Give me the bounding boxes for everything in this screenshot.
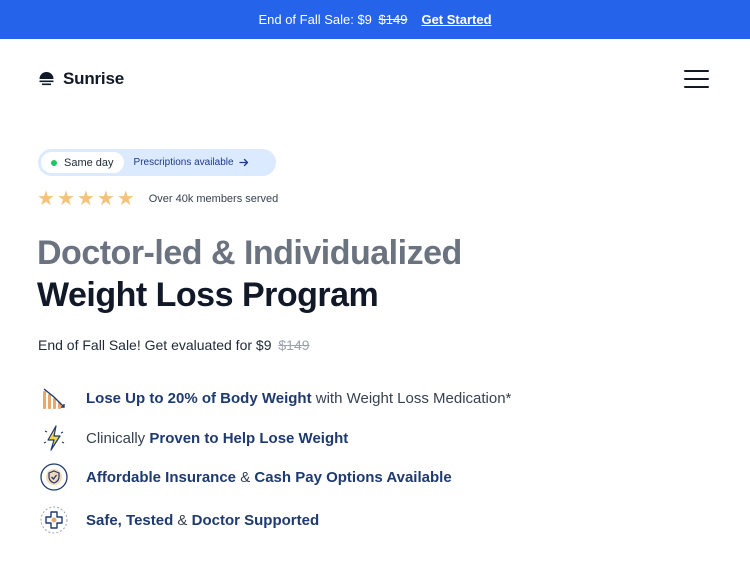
- promo-old-price: $149: [378, 12, 408, 27]
- promo-banner: End of Fall Sale: $9 $149 Get Started: [0, 0, 750, 39]
- sale-description: End of Fall Sale! Get evaluated for $9: [38, 337, 272, 353]
- hamburger-menu-icon[interactable]: [684, 70, 709, 88]
- title-line-2: Weight Loss Program: [37, 276, 379, 314]
- brand-logo[interactable]: Sunrise: [38, 69, 124, 89]
- feature-item-weight-loss: Lose Up to 20% of Body Weight with Weigh…: [38, 382, 638, 414]
- feature-text: Safe, Tested & Doctor Supported: [86, 512, 319, 529]
- get-started-link[interactable]: Get Started: [421, 12, 491, 27]
- star-icon: ★: [96, 188, 115, 210]
- title-line-1: Doctor-led & Individualized: [37, 234, 462, 272]
- star-icon: ★: [76, 188, 95, 210]
- lightning-bolt-icon: [38, 422, 70, 454]
- star-icon: ★: [56, 188, 75, 210]
- sale-old-price: $149: [278, 337, 310, 353]
- medical-cross-icon: [38, 504, 70, 536]
- same-day-label: Same day: [64, 156, 114, 169]
- arrow-right-icon: [238, 158, 248, 167]
- prescriptions-label: Prescriptions available: [133, 157, 234, 168]
- feature-highlight: Cash Pay Options Available: [254, 468, 452, 486]
- feature-plain-text: &: [236, 468, 255, 486]
- feature-item-safe: Safe, Tested & Doctor Supported: [38, 504, 638, 536]
- feature-highlight: Proven to Help Lose Weight: [149, 429, 349, 447]
- members-served-text: Over 40k members served: [148, 193, 279, 205]
- prescriptions-link[interactable]: Prescriptions available: [134, 157, 249, 168]
- feature-highlight: Lose Up to 20% of Body Weight: [86, 389, 312, 407]
- feature-highlight: Affordable Insurance: [86, 468, 237, 486]
- star-icon: ★: [116, 188, 135, 210]
- weight-loss-chart-icon: [38, 382, 70, 414]
- sunrise-logo-icon: [39, 72, 54, 86]
- site-header: Sunrise: [0, 39, 750, 121]
- feature-highlight: Safe, Tested: [86, 511, 174, 529]
- insurance-shield-icon: [38, 461, 70, 493]
- feature-text: Clinically Proven to Help Lose Weight: [86, 430, 348, 447]
- rating-row: ★ ★ ★ ★ ★ Over 40k members served: [37, 189, 278, 209]
- feature-highlight: Doctor Supported: [191, 511, 320, 529]
- feature-plain-text: &: [173, 511, 192, 529]
- feature-plain-text: with Weight Loss Medication*: [311, 389, 512, 407]
- sale-text: End of Fall Sale! Get evaluated for $9 $…: [38, 337, 310, 353]
- star-rating: ★ ★ ★ ★ ★: [37, 189, 135, 209]
- availability-badge[interactable]: Same day Prescriptions available: [38, 149, 276, 176]
- promo-text: End of Fall Sale: $9: [258, 12, 372, 27]
- feature-item-insurance: Affordable Insurance & Cash Pay Options …: [38, 461, 638, 493]
- promo-text-group: End of Fall Sale: $9 $149: [258, 12, 407, 27]
- feature-plain-text: Clinically: [86, 429, 150, 447]
- status-dot-icon: [51, 159, 57, 166]
- star-icon: ★: [37, 188, 55, 210]
- feature-item-proven: Clinically Proven to Help Lose Weight: [38, 422, 638, 454]
- feature-text: Affordable Insurance & Cash Pay Options …: [86, 469, 452, 486]
- feature-text: Lose Up to 20% of Body Weight with Weigh…: [86, 390, 511, 407]
- brand-name: Sunrise: [63, 69, 124, 88]
- page-title: Doctor-led & Individualized Weight Loss …: [37, 232, 462, 316]
- same-day-tag: Same day: [41, 152, 124, 173]
